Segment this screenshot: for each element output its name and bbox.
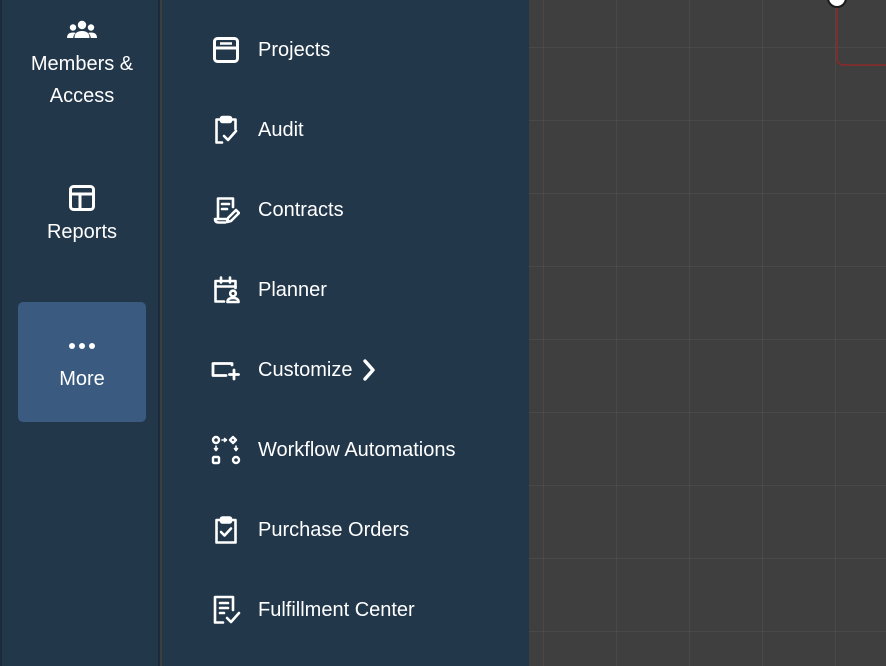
- rail-item-members-access[interactable]: Members & Access: [18, 12, 146, 112]
- reports-icon: [68, 180, 96, 216]
- rail-item-more[interactable]: More: [18, 302, 146, 422]
- members-icon: [66, 12, 98, 48]
- menu-item-label: Projects: [258, 38, 331, 61]
- projects-icon: [210, 34, 242, 66]
- menu-item-projects[interactable]: Projects: [162, 22, 529, 78]
- menu-item-label: Customize: [258, 358, 353, 381]
- workflow-canvas[interactable]: [529, 0, 886, 666]
- menu-item-label: Contracts: [258, 198, 344, 221]
- chevron-right-icon[interactable]: [362, 358, 376, 382]
- menu-item-label-wrap: Customize: [258, 358, 376, 382]
- clipboard-checked-icon: [210, 514, 242, 546]
- clipboard-check-icon: [210, 114, 242, 146]
- menu-item-label: Purchase Orders: [258, 518, 410, 541]
- document-check-icon: [210, 594, 242, 626]
- menu-item-label: Planner: [258, 278, 327, 301]
- menu-item-customize[interactable]: Customize: [162, 342, 529, 398]
- customize-icon: [210, 354, 242, 386]
- rail-item-label: Members & Access: [30, 53, 134, 107]
- menu-item-workflow-automations[interactable]: Workflow Automations: [162, 422, 529, 478]
- menu-item-planner[interactable]: Planner: [162, 262, 529, 318]
- primary-sidebar: Members & Access Reports More: [0, 0, 160, 666]
- menu-item-fulfillment-center[interactable]: Fulfillment Center: [162, 582, 529, 638]
- more-dots-icon: [68, 329, 96, 363]
- rail-item-reports[interactable]: Reports: [18, 180, 146, 248]
- workflow-node[interactable]: [836, 0, 886, 66]
- menu-item-label: Workflow Automations: [258, 438, 456, 461]
- rail-item-label: Reports: [46, 221, 118, 243]
- calendar-person-icon: [210, 274, 242, 306]
- workflow-icon: [210, 434, 242, 466]
- more-flyout-menu: Projects Audit Contracts Planner Customi…: [162, 0, 529, 666]
- menu-item-audit[interactable]: Audit: [162, 102, 529, 158]
- rail-item-label: More: [59, 368, 105, 390]
- menu-item-contracts[interactable]: Contracts: [162, 182, 529, 238]
- contract-icon: [210, 194, 242, 226]
- menu-item-label: Fulfillment Center: [258, 598, 415, 621]
- menu-item-purchase-orders[interactable]: Purchase Orders: [162, 502, 529, 558]
- menu-item-label: Audit: [258, 118, 304, 141]
